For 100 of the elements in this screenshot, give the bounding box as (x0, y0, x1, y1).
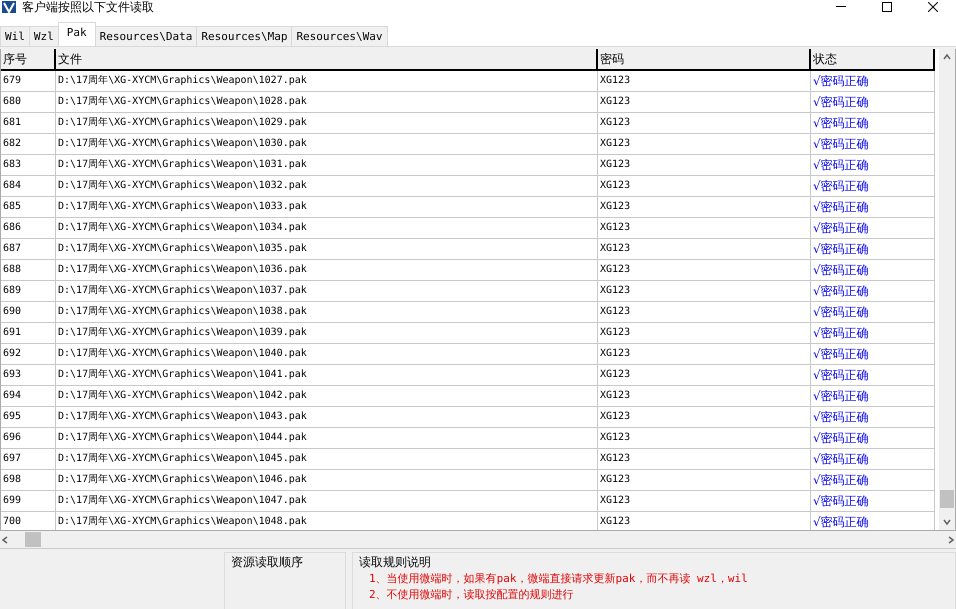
table-cell: 698 (1, 470, 56, 491)
table-cell: XG123 (598, 449, 811, 470)
table-cell: D:\17周年\XG-XYCM\Graphics\Weapon\1040.pak (56, 344, 598, 365)
table-cell: D:\17周年\XG-XYCM\Graphics\Weapon\1030.pak (56, 134, 598, 155)
table-cell: √密码正确 (811, 428, 935, 449)
table-cell: 693 (1, 365, 56, 386)
table-cell: 687 (1, 239, 56, 260)
table-cell: XG123 (598, 281, 811, 302)
table-cell: D:\17周年\XG-XYCM\Graphics\Weapon\1028.pak (56, 92, 598, 113)
table-cell: D:\17周年\XG-XYCM\Graphics\Weapon\1029.pak (56, 113, 598, 134)
table-cell: D:\17周年\XG-XYCM\Graphics\Weapon\1045.pak (56, 449, 598, 470)
table-cell: 690 (1, 302, 56, 323)
rule-text: 2、不使用微端时，读取按配置的规则进行 (369, 588, 575, 601)
table-cell: √密码正确 (811, 281, 935, 302)
column-header[interactable]: 序号 (1, 49, 56, 71)
table-cell: √密码正确 (811, 260, 935, 281)
table-cell: D:\17周年\XG-XYCM\Graphics\Weapon\1032.pak (56, 176, 598, 197)
table-cell: √密码正确 (811, 71, 935, 92)
table-cell: D:\17周年\XG-XYCM\Graphics\Weapon\1035.pak (56, 239, 598, 260)
table-cell: 680 (1, 92, 56, 113)
tab[interactable]: Wzl (28, 26, 59, 46)
scroll-left-icon[interactable] (0, 534, 10, 544)
table-cell: 684 (1, 176, 56, 197)
table-cell: D:\17周年\XG-XYCM\Graphics\Weapon\1036.pak (56, 260, 598, 281)
table-cell: XG123 (598, 344, 811, 365)
group-title: 读取规则说明 (359, 555, 432, 569)
tab[interactable]: Resources\Data (94, 26, 198, 46)
table-cell: D:\17周年\XG-XYCM\Graphics\Weapon\1044.pak (56, 428, 598, 449)
table-cell: D:\17周年\XG-XYCM\Graphics\Weapon\1047.pak (56, 491, 598, 512)
table-cell: √密码正确 (811, 386, 935, 407)
table-cell: √密码正确 (811, 113, 935, 134)
table-cell: D:\17周年\XG-XYCM\Graphics\Weapon\1041.pak (56, 365, 598, 386)
table-cell: 688 (1, 260, 56, 281)
scroll-thumb[interactable] (25, 532, 41, 547)
table-cell: XG123 (598, 239, 811, 260)
column-header[interactable]: 密码 (598, 49, 811, 71)
tab[interactable]: Resources\Wav (291, 26, 388, 46)
table-cell: XG123 (598, 113, 811, 134)
table-cell: XG123 (598, 491, 811, 512)
table-cell: 696 (1, 428, 56, 449)
table-cell: √密码正确 (811, 365, 935, 386)
table-cell: √密码正确 (811, 407, 935, 428)
scroll-thumb[interactable] (940, 490, 954, 508)
table-cell: 699 (1, 491, 56, 512)
table-cell: √密码正确 (811, 218, 935, 239)
table-cell: 691 (1, 323, 56, 344)
table-cell: XG123 (598, 134, 811, 155)
table-cell: 679 (1, 71, 56, 92)
table-cell: D:\17周年\XG-XYCM\Graphics\Weapon\1042.pak (56, 386, 598, 407)
table-cell: 692 (1, 344, 56, 365)
table-cell: 686 (1, 218, 56, 239)
table-cell: √密码正确 (811, 176, 935, 197)
table-cell: D:\17周年\XG-XYCM\Graphics\Weapon\1027.pak (56, 71, 598, 92)
vertical-scrollbar[interactable] (939, 49, 955, 530)
table-cell: √密码正确 (811, 302, 935, 323)
rule-text: 1、当使用微端时，如果有pak，微端直接请求更新pak，而不再读 wzl，wil (369, 572, 749, 585)
table-cell: √密码正确 (811, 155, 935, 176)
column-header[interactable]: 文件 (56, 49, 598, 71)
table-cell: D:\17周年\XG-XYCM\Graphics\Weapon\1031.pak (56, 155, 598, 176)
table-cell: 697 (1, 449, 56, 470)
table-cell: XG123 (598, 386, 811, 407)
table-cell: 681 (1, 113, 56, 134)
table-cell: 695 (1, 407, 56, 428)
scroll-right-icon[interactable] (946, 534, 956, 544)
horizontal-scrollbar[interactable] (0, 531, 956, 549)
table-cell: D:\17周年\XG-XYCM\Graphics\Weapon\1043.pak (56, 407, 598, 428)
table-cell: √密码正确 (811, 344, 935, 365)
table-cell: XG123 (598, 323, 811, 344)
table-cell: 683 (1, 155, 56, 176)
table-cell: XG123 (598, 155, 811, 176)
tab[interactable]: Wil (0, 26, 30, 46)
table-cell: 685 (1, 197, 56, 218)
table-cell: 694 (1, 386, 56, 407)
table-cell: XG123 (598, 407, 811, 428)
column-header[interactable]: 状态 (811, 49, 935, 71)
table-cell: XG123 (598, 71, 811, 92)
group-title: 资源读取顺序 (231, 555, 304, 569)
close-icon[interactable] (928, 2, 938, 12)
table-cell: √密码正确 (811, 92, 935, 113)
maximize-icon[interactable] (882, 2, 892, 12)
table-cell: XG123 (598, 176, 811, 197)
table-cell: XG123 (598, 470, 811, 491)
table-cell: D:\17周年\XG-XYCM\Graphics\Weapon\1033.pak (56, 197, 598, 218)
tab[interactable]: Resources\Map (196, 26, 292, 46)
table-cell: 689 (1, 281, 56, 302)
table-cell: D:\17周年\XG-XYCM\Graphics\Weapon\1039.pak (56, 323, 598, 344)
table-cell: √密码正确 (811, 449, 935, 470)
minimize-icon[interactable] (836, 6, 846, 8)
table-cell: XG123 (598, 428, 811, 449)
table-cell: D:\17周年\XG-XYCM\Graphics\Weapon\1034.pak (56, 218, 598, 239)
table-cell: XG123 (598, 260, 811, 281)
table-cell: √密码正确 (811, 470, 935, 491)
window-title: 客户端按照以下文件读取 (22, 0, 154, 14)
table-cell: √密码正确 (811, 197, 935, 218)
table-cell: √密码正确 (811, 491, 935, 512)
table-cell: XG123 (598, 302, 811, 323)
table-cell: XG123 (598, 365, 811, 386)
table-cell: D:\17周年\XG-XYCM\Graphics\Weapon\1037.pak (56, 281, 598, 302)
table-cell: XG123 (598, 92, 811, 113)
table-cell: XG123 (598, 197, 811, 218)
